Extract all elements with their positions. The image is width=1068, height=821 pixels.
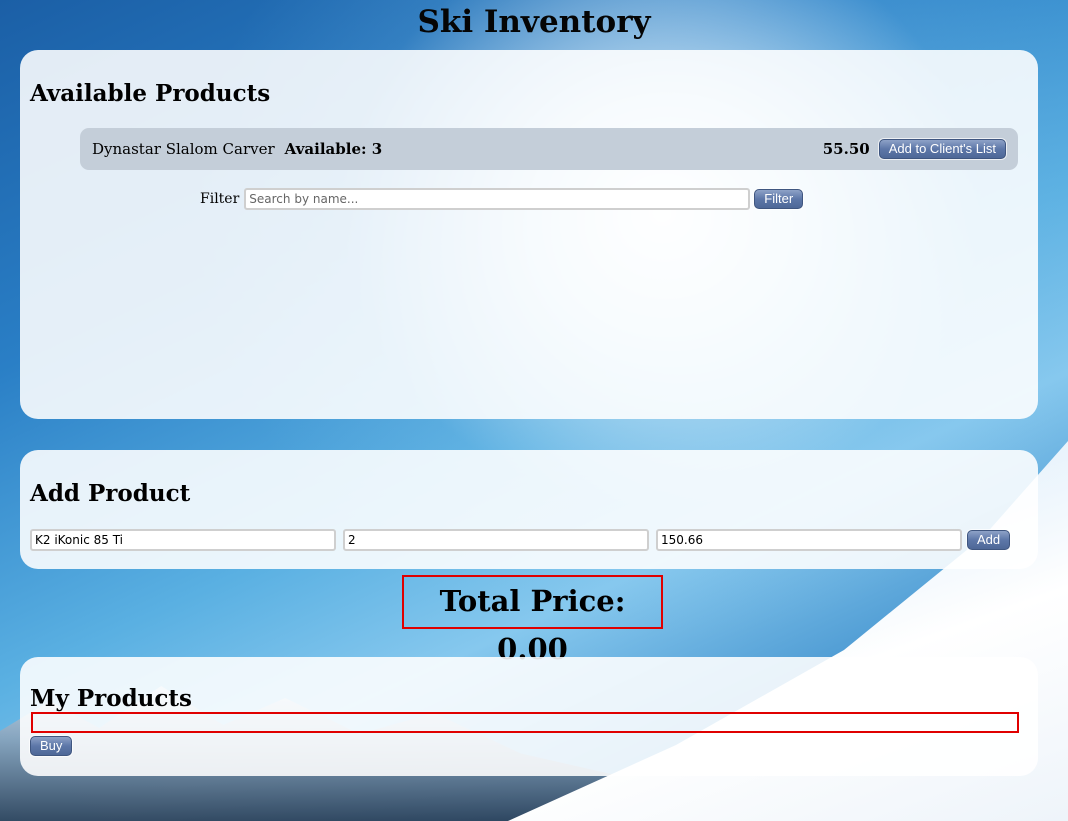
add-product-button[interactable]: Add	[967, 530, 1011, 550]
total-price: Total Price: 0.00	[402, 575, 663, 666]
add-to-clients-list-button[interactable]: Add to Client's List	[878, 139, 1006, 159]
filter-label: Filter	[200, 191, 240, 207]
filter-row: Filter Filter	[200, 188, 804, 210]
product-price: 55.50	[822, 140, 870, 158]
page-title: Ski Inventory	[417, 4, 651, 40]
product-price-input[interactable]	[656, 529, 962, 551]
available-products-heading: Available Products	[30, 80, 271, 107]
add-product-form: Add	[30, 529, 1011, 551]
product-quantity-input[interactable]	[343, 529, 649, 551]
filter-button[interactable]: Filter	[754, 189, 804, 209]
filter-search-input[interactable]	[244, 188, 751, 210]
product-row: Dynastar Slalom Carver Available: 3 55.5…	[80, 128, 1018, 170]
add-product-panel: Add Product Add	[20, 450, 1038, 569]
buy-button[interactable]: Buy	[30, 736, 73, 756]
my-products-panel: My Products Buy	[20, 657, 1038, 776]
product-availability: Available: 3	[284, 140, 383, 158]
product-name-input[interactable]	[30, 529, 336, 551]
my-products-heading: My Products	[30, 685, 192, 712]
available-products-panel: Available Products Dynastar Slalom Carve…	[20, 50, 1038, 419]
my-products-list	[31, 712, 1019, 733]
product-name: Dynastar Slalom Carver	[92, 140, 275, 158]
add-product-heading: Add Product	[30, 480, 191, 507]
